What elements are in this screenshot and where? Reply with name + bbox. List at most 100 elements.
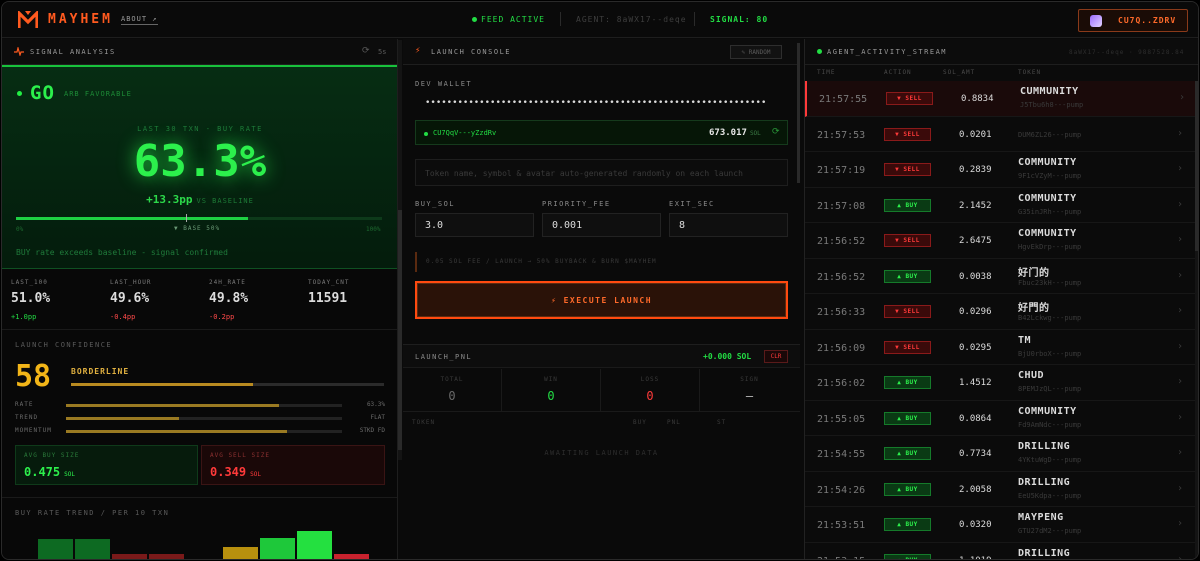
metric-value: 63.3% xyxy=(366,401,385,408)
agent-id: AGENT: 8aWX17--deqe xyxy=(576,15,687,24)
wallet-button[interactable]: CU7Q..ZDRV xyxy=(1078,9,1188,32)
middle-scrollbar[interactable] xyxy=(797,43,800,183)
left-scrollbar[interactable] xyxy=(398,40,402,460)
token-name: DRILLING xyxy=(1018,476,1071,488)
trend-bar xyxy=(75,539,110,559)
buy-rate-value: 63.3% xyxy=(133,136,267,187)
buy-sol-input[interactable]: 3.0 xyxy=(415,213,534,237)
token-name: DRILLING xyxy=(1018,441,1071,452)
exit-sec-input[interactable]: 8 xyxy=(669,213,788,237)
confidence-label: LAUNCH CONFIDENCE xyxy=(15,341,113,349)
token-address: DUM6ZL26---pump xyxy=(1018,130,1082,139)
activity-time: 21:54:26 xyxy=(817,484,866,496)
trend-label: BUY RATE TREND / PER 10 TXN xyxy=(15,509,170,517)
chevron-right-icon: › xyxy=(1177,163,1184,174)
confidence-bar-fill xyxy=(71,383,253,386)
stat-delta: -0.4pp xyxy=(110,313,136,321)
divider xyxy=(403,411,800,412)
confidence-score: 58 xyxy=(15,359,52,394)
pnl-stat-label: WIN xyxy=(544,376,558,383)
token-name: COMMUNITY xyxy=(1018,192,1077,204)
pnl-empty-state: AWAITING LAUNCH DATA xyxy=(544,449,659,457)
panel-title: AGENT_ACTIVITY_STREAM xyxy=(827,48,948,56)
activity-row[interactable]: 21:57:08 ▲ BUY 2.1452 COMMUNITY G35inJRh---p… xyxy=(805,188,1195,223)
mayhem-logo-icon xyxy=(18,11,38,28)
token-address: EeU5Kdpa---pump xyxy=(1018,491,1082,500)
chevron-right-icon: › xyxy=(1177,127,1184,139)
activity-amount: 0.0296 xyxy=(959,307,992,317)
divider xyxy=(2,497,397,498)
wallet-address: CU7Q..ZDRV xyxy=(1118,16,1177,25)
activity-row[interactable]: 21:57:55 ▼ SELL 0.8834 CUMMUNITY J5Tbu6h8---… xyxy=(805,81,1195,117)
scrollbar-thumb[interactable] xyxy=(1195,81,1198,251)
activity-time: 21:53:51 xyxy=(817,520,866,531)
token-address: B42Lckwg---pump xyxy=(1018,314,1082,322)
activity-row[interactable]: 21:56:09 ▼ SELL 0.0295 TM BjU0rboX---pump › xyxy=(805,330,1195,365)
signal-message: BUY rate exceeds baseline - signal confi… xyxy=(16,248,228,257)
about-link[interactable]: ABOUT ↗ xyxy=(121,15,158,25)
pnl-loss: LOSS 0 xyxy=(601,369,700,411)
scale-min: 0% xyxy=(16,226,24,233)
scale-base: ▼ BASE 50% xyxy=(174,225,221,232)
action-label: SELL xyxy=(903,308,920,315)
chevron-right-icon: › xyxy=(1177,198,1184,210)
metric-value: FLAT xyxy=(370,414,385,421)
signal-score: SIGNAL: 80 xyxy=(710,15,769,24)
pnl-stat-label: SIGN xyxy=(740,376,759,383)
token-name: MAYPENG xyxy=(1018,512,1064,523)
token-address: 4YKtuWgD---pump xyxy=(1018,456,1082,464)
action-label: BUY xyxy=(905,201,918,209)
activity-row[interactable]: 21:57:19 ▼ SELL 0.2839 COMMUNITY 9F1cVZyM---… xyxy=(805,152,1195,188)
activity-row[interactable]: 21:56:33 ▼ SELL 0.0296 好門的 B42Lckwg---pump › xyxy=(805,294,1195,330)
activity-time: 21:56:52 xyxy=(817,271,866,283)
activity-time: 21:55:05 xyxy=(817,413,866,425)
clear-button[interactable]: CLR xyxy=(764,350,788,363)
chevron-right-icon: › xyxy=(1179,92,1186,103)
activity-amount: 0.2839 xyxy=(959,165,992,175)
trend-bar xyxy=(297,531,332,559)
metric-rate: RATE 63.3% xyxy=(15,401,385,411)
activity-row[interactable]: 21:53:15 ▲ BUY 1.1019 DRILLING › xyxy=(805,543,1195,560)
activity-row[interactable]: 21:54:26 ▲ BUY 2.0058 DRILLING EeU5Kdpa---pu… xyxy=(805,472,1195,507)
priority-fee-label: PRIORITY_FEE xyxy=(542,200,611,208)
activity-row[interactable]: 21:53:51 ▲ BUY 0.0320 MAYPENG GTU27dM2---pum… xyxy=(805,507,1195,543)
exit-sec-label: EXIT_SEC xyxy=(669,200,715,208)
panel-header: ⚡ LAUNCH CONSOLE ✎ RANDOM xyxy=(403,39,800,65)
dev-wallet-key-field[interactable]: ••••••••••••••••••••••••••••••••••••••••… xyxy=(425,98,766,108)
activity-amount: 1.1019 xyxy=(959,556,992,560)
random-button[interactable]: ✎ RANDOM xyxy=(730,45,782,59)
action-badge: ▼ SELL xyxy=(884,127,931,141)
trend-bar xyxy=(260,538,295,559)
execute-launch-button[interactable]: ⚡ EXECUTE LAUNCH xyxy=(415,281,788,319)
activity-time: 21:57:53 xyxy=(817,129,866,141)
action-badge: ▼ SELL xyxy=(884,163,931,176)
token-info-field[interactable]: Token name, symbol & avatar auto-generat… xyxy=(415,159,788,186)
activity-row[interactable]: 21:56:02 ▲ BUY 1.4512 CHUD 8PEMJzQL---pump › xyxy=(805,365,1195,401)
activity-row[interactable]: 21:56:52 ▲ BUY 0.0038 好门的 Fbuc23kH---pump › xyxy=(805,259,1195,294)
avg-buy-value: 0.475 xyxy=(24,465,61,479)
col-action: ACTION xyxy=(884,69,912,76)
action-badge: ▲ BUY xyxy=(884,411,931,425)
token-name: COMMUNITY xyxy=(1018,228,1077,239)
baseline-tick xyxy=(186,214,187,222)
action-label: SELL xyxy=(903,166,920,173)
activity-row[interactable]: 21:57:53 ▼ SELL 0.0201 DUM6ZL26---pump › xyxy=(805,117,1195,152)
refresh-balance-icon[interactable]: ⟳ xyxy=(772,127,780,137)
scrollbar-thumb[interactable] xyxy=(398,210,402,450)
activity-row[interactable]: 21:54:55 ▲ BUY 0.7734 DRILLING 4YKtuWgD---pu… xyxy=(805,436,1195,472)
stat-delta: -0.2pp xyxy=(209,313,235,321)
activity-row[interactable]: 21:55:05 ▲ BUY 0.0864 COMMUNITY Fd9AmNdc---p… xyxy=(805,401,1195,436)
activity-row[interactable]: 21:56:52 ▼ SELL 2.6475 COMMUNITY HgvEkDrp---… xyxy=(805,223,1195,259)
stat-label: TODAY_CNT xyxy=(308,279,350,286)
token-address: 9F1cVZyM---pump xyxy=(1018,172,1082,180)
verdict-dot-icon xyxy=(17,91,22,96)
chevron-right-icon: › xyxy=(1177,553,1184,560)
token-address: Fbuc23kH---pump xyxy=(1018,278,1082,287)
unit: SOL xyxy=(250,471,261,478)
avg-buy-card: AVG BUY SIZE 0.475 SOL xyxy=(15,445,198,485)
refresh-icon[interactable]: ⟳ xyxy=(362,46,370,56)
priority-fee-input[interactable]: 0.001 xyxy=(542,213,661,237)
right-scrollbar[interactable] xyxy=(1195,81,1198,559)
action-label: BUY xyxy=(905,556,918,560)
buy-rate-fill xyxy=(16,217,248,220)
